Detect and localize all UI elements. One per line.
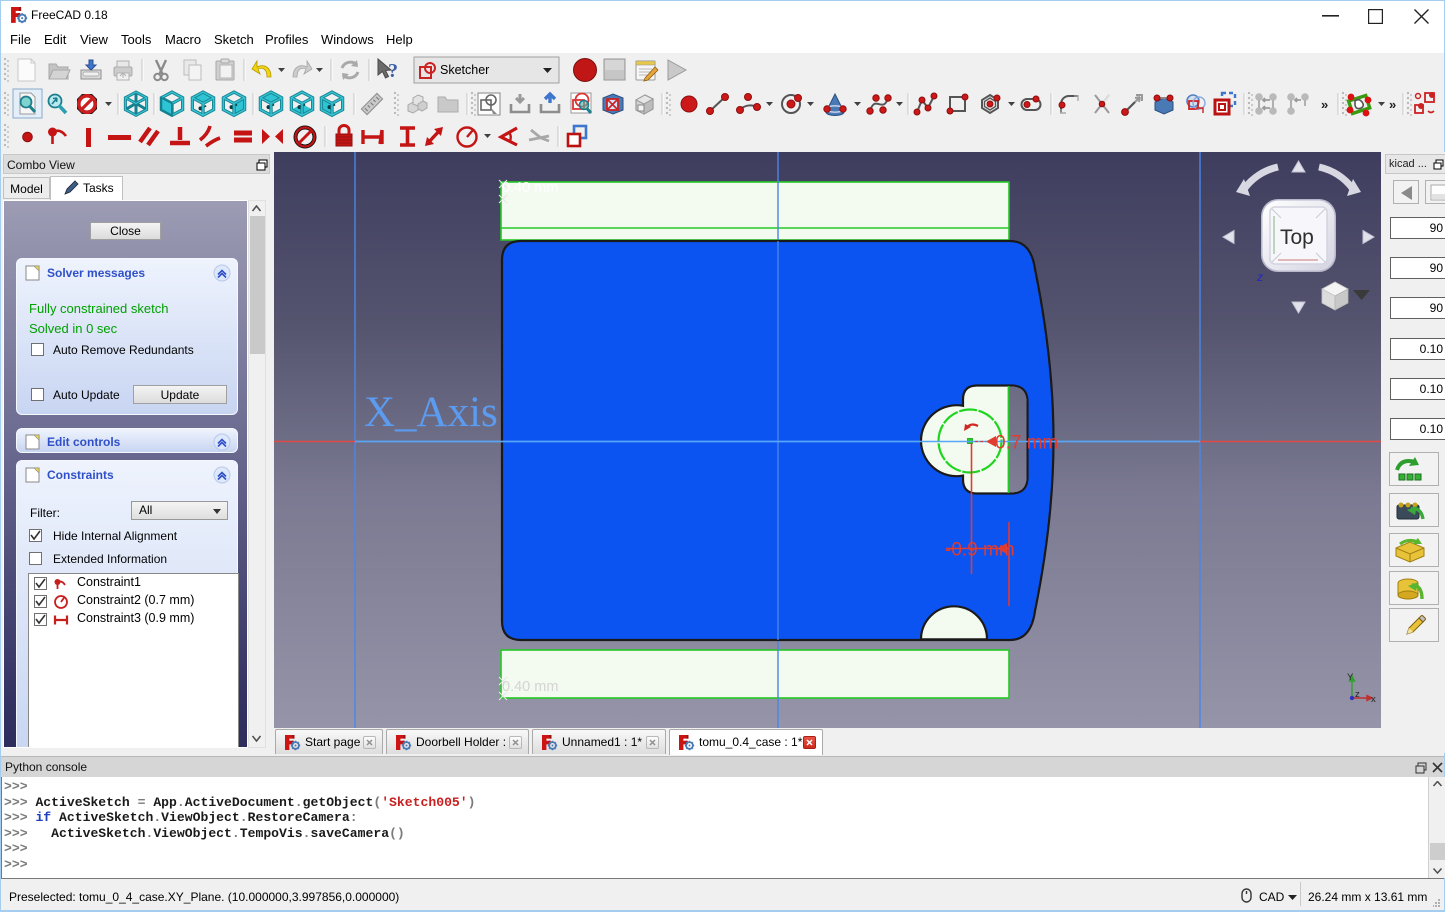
- svg-text:0.40 mm: 0.40 mm: [502, 679, 558, 695]
- svg-text:»: »: [1321, 97, 1328, 112]
- svg-text:-0.9 mm: -0.9 mm: [945, 540, 1015, 561]
- svg-text:»: »: [1389, 97, 1396, 112]
- svg-text:Y: Y: [1347, 672, 1354, 683]
- svg-text:z: z: [1355, 689, 1360, 700]
- svg-text:x: x: [1371, 694, 1376, 705]
- svg-text:z: z: [1256, 270, 1263, 284]
- svg-text:Sketcher: Sketcher: [440, 63, 489, 77]
- svg-text:?: ?: [388, 60, 398, 82]
- svg-text:X_Axis: X_Axis: [364, 389, 498, 436]
- svg-text:0.7 mm: 0.7 mm: [995, 433, 1058, 454]
- svg-text:Top: Top: [1280, 226, 1314, 249]
- svg-text:0.40 mm: 0.40 mm: [502, 180, 558, 196]
